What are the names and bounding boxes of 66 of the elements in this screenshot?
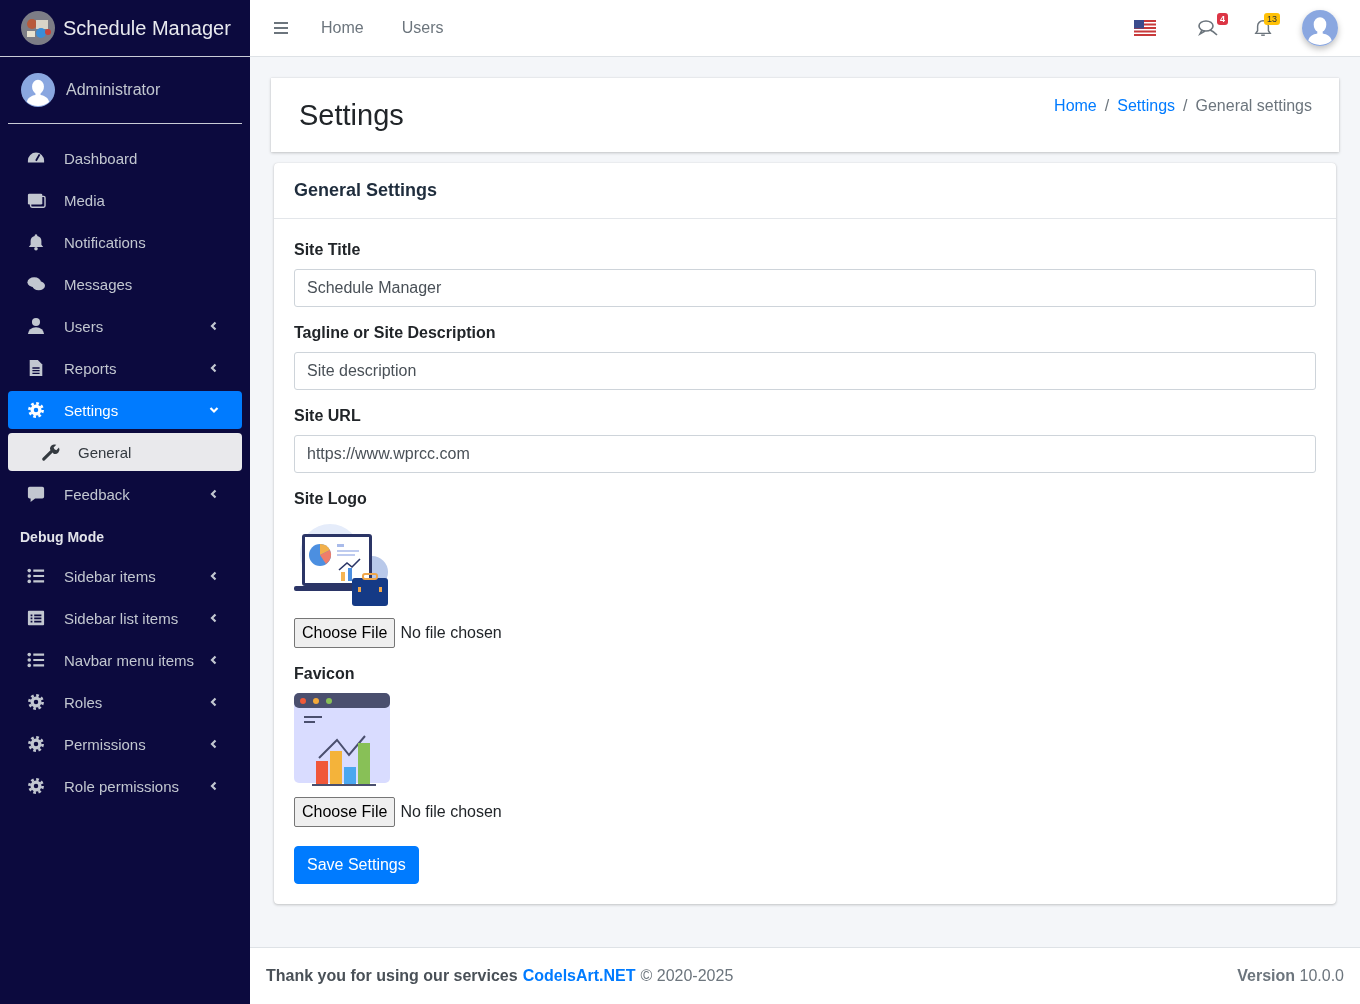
settings-icon — [27, 735, 45, 753]
nav-link[interactable]: Home — [321, 19, 364, 37]
field-label: Tagline or Site Description — [294, 324, 497, 342]
chat-icon — [27, 275, 45, 293]
avatar-icon — [21, 73, 55, 107]
choose-file-button[interactable]: Choose File — [294, 797, 396, 827]
nav-item[interactable]: Messages — [8, 265, 242, 303]
list-icon — [27, 651, 45, 669]
nav-item[interactable]: Sidebar items — [8, 557, 242, 595]
nav-item[interactable]: Sidebar list items — [8, 599, 242, 637]
nav-item[interactable]: Users — [8, 307, 242, 345]
field-label: Site Logo — [294, 490, 368, 508]
nav-item[interactable]: Permissions — [8, 725, 242, 763]
comment-icon — [27, 485, 45, 503]
nav-subitem[interactable]: General — [8, 433, 242, 471]
save-button[interactable]: Save Settings — [294, 846, 419, 884]
copyright-text: © 2020-2025 — [640, 967, 734, 985]
field-label: Site Title — [294, 241, 362, 259]
logo-icon — [21, 11, 55, 45]
nav-item[interactable]: Role permissions — [8, 767, 242, 805]
list-icon — [27, 567, 45, 585]
settings-icon — [27, 777, 45, 795]
chat-icon[interactable] — [1198, 19, 1220, 37]
notification-badge: 4 — [1217, 13, 1228, 25]
settings-icon — [27, 693, 45, 711]
nav-item[interactable]: Settings — [8, 391, 242, 429]
text-field[interactable]: Site description — [294, 352, 1316, 390]
nav-item[interactable]: Media — [8, 181, 242, 219]
nav-item[interactable]: Navbar menu items — [8, 641, 242, 679]
breadcrumb-current: General settings — [1195, 97, 1312, 115]
images-icon — [27, 191, 45, 209]
choose-file-button[interactable]: Choose File — [294, 618, 396, 648]
section-header: Debug Mode — [19, 528, 105, 547]
brand-title[interactable]: Schedule Manager — [63, 16, 231, 40]
nav-link[interactable]: Users — [401, 19, 444, 37]
user-icon — [27, 317, 45, 335]
page-title: Settings — [299, 98, 404, 132]
wrench-icon — [41, 443, 59, 461]
nav-item[interactable]: Notifications — [8, 223, 242, 261]
file-status: No file chosen — [400, 624, 502, 642]
nav-item[interactable]: Feedback — [8, 475, 242, 513]
settings-icon — [27, 401, 45, 419]
version-text: Version 10.0.0 — [1237, 967, 1344, 985]
nav-item[interactable]: Dashboard — [8, 139, 242, 177]
text-field[interactable]: https://www.wprcc.com — [294, 435, 1316, 473]
breadcrumb-link[interactable]: Settings — [1117, 97, 1176, 115]
list-box-icon — [27, 609, 45, 627]
breadcrumb-separator: / — [1183, 97, 1188, 115]
text-field[interactable]: Schedule Manager — [294, 269, 1316, 307]
nav-item[interactable]: Roles — [8, 683, 242, 721]
nav-item[interactable]: Reports — [8, 349, 242, 387]
field-label: Site URL — [294, 407, 362, 425]
card-title: General Settings — [274, 163, 1336, 219]
menu-icon[interactable] — [273, 21, 289, 35]
flag-icon[interactable] — [1134, 20, 1156, 36]
file-status: No file chosen — [400, 803, 502, 821]
footer-link[interactable]: CodelsArt.NET — [522, 967, 636, 985]
breadcrumb-link[interactable]: Home — [1054, 97, 1097, 115]
file-icon — [27, 359, 45, 377]
field-label: Favicon — [294, 665, 356, 683]
user-name[interactable]: Administrator — [66, 81, 161, 99]
notification-badge: 13 — [1264, 13, 1280, 25]
footer-text: Thank you for using our services — [266, 967, 518, 985]
breadcrumb-separator: / — [1104, 97, 1110, 115]
avatar-icon — [1302, 10, 1338, 46]
bell-icon — [27, 233, 45, 251]
